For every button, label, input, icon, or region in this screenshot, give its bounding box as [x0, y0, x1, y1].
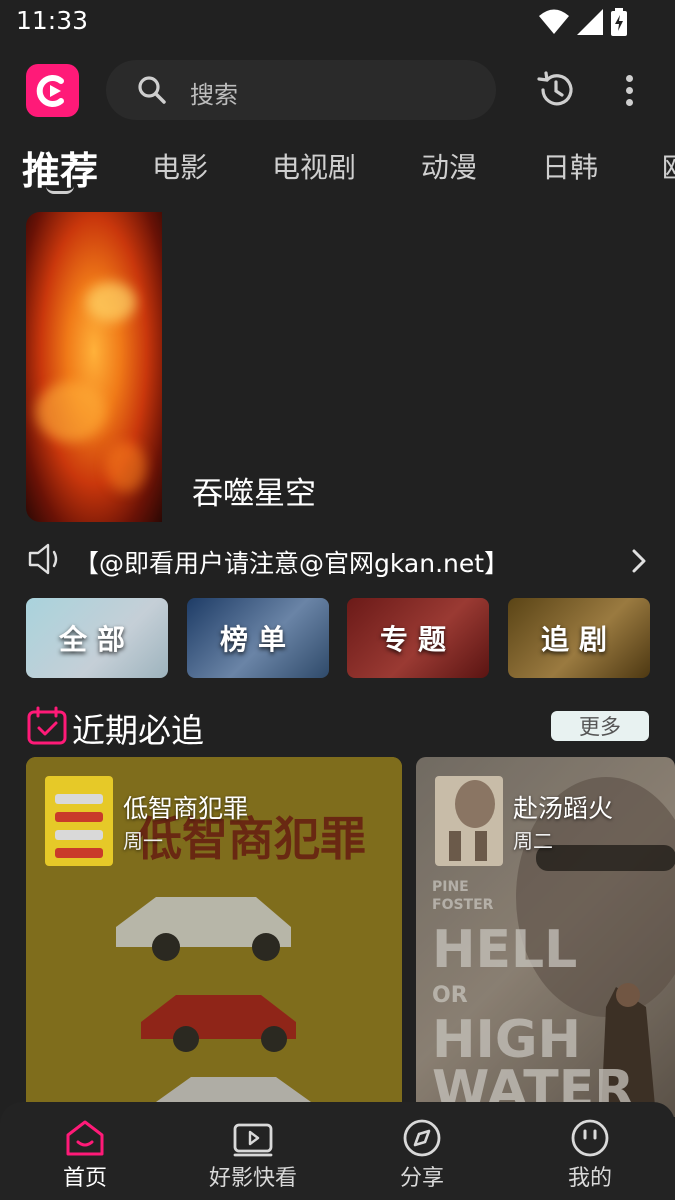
- search-icon: [138, 76, 166, 104]
- show-card[interactable]: 低智商犯罪 低智商犯罪 周一: [26, 757, 402, 1117]
- logo-icon: [36, 74, 64, 107]
- card-title: 低智商犯罪: [123, 794, 249, 823]
- bottom-navigation: 首页 好影快看 分享 我的: [0, 1102, 675, 1200]
- show-card[interactable]: PINE FOSTER HELL OR HIGH WATER 赴汤蹈火 周二: [416, 757, 675, 1117]
- more-options-icon[interactable]: [617, 70, 641, 110]
- nav-label: 分享: [399, 1166, 444, 1191]
- notice-text[interactable]: 【@即看用户请注意@官网gkan.net】: [74, 544, 509, 580]
- category-tabs: 推荐 电影 电视剧 动漫 日韩 欧: [0, 138, 675, 194]
- poster-thumbnail: [435, 776, 503, 866]
- video-play-icon: [233, 1123, 273, 1157]
- chevron-right-icon[interactable]: [630, 548, 648, 574]
- search-placeholder: 搜索: [190, 81, 238, 109]
- battery-icon: [611, 8, 627, 36]
- nav-home[interactable]: 首页: [20, 1118, 150, 1192]
- tab-europe[interactable]: 欧: [662, 146, 675, 186]
- history-icon[interactable]: [536, 70, 576, 110]
- topics-button[interactable]: 专题: [347, 598, 489, 678]
- nav-label: 好影快看: [208, 1166, 297, 1191]
- rankings-button[interactable]: 榜单: [187, 598, 329, 678]
- card-day: 周一: [123, 829, 163, 853]
- nav-share[interactable]: 分享: [357, 1118, 487, 1192]
- banner-title[interactable]: 吞噬星空: [192, 468, 316, 513]
- wifi-icon: [539, 9, 569, 34]
- compass-icon: [403, 1119, 441, 1157]
- card-title: 赴汤蹈火: [513, 794, 614, 823]
- speaker-icon: [28, 543, 58, 575]
- nav-label: 我的: [567, 1166, 612, 1191]
- status-icons: [539, 8, 627, 36]
- profile-face-icon: [571, 1119, 609, 1157]
- all-button[interactable]: 全部: [26, 598, 168, 678]
- more-button[interactable]: 更多: [551, 711, 649, 741]
- banner-image[interactable]: [26, 212, 162, 522]
- tab-tv-series[interactable]: 电视剧: [272, 146, 356, 186]
- section-title: 近期必追: [72, 711, 204, 750]
- status-bar: 11:33: [0, 0, 675, 46]
- follow-series-button[interactable]: 追剧: [508, 598, 650, 678]
- search-input[interactable]: 搜索: [106, 60, 496, 120]
- signal-icon: [577, 9, 603, 35]
- card-day: 周二: [513, 829, 553, 853]
- tab-japan-korea[interactable]: 日韩: [542, 146, 598, 186]
- nav-profile[interactable]: 我的: [525, 1118, 655, 1192]
- home-icon: [66, 1120, 104, 1156]
- calendar-check-icon: [27, 706, 67, 745]
- nav-quick-watch[interactable]: 好影快看: [188, 1118, 318, 1192]
- tab-anime[interactable]: 动漫: [421, 146, 477, 186]
- status-time: 11:33: [16, 6, 89, 35]
- poster-thumbnail: [45, 776, 113, 866]
- tab-active-indicator: [46, 186, 74, 194]
- nav-label: 首页: [62, 1166, 107, 1191]
- app-logo: [26, 64, 79, 117]
- tab-movies[interactable]: 电影: [152, 146, 208, 186]
